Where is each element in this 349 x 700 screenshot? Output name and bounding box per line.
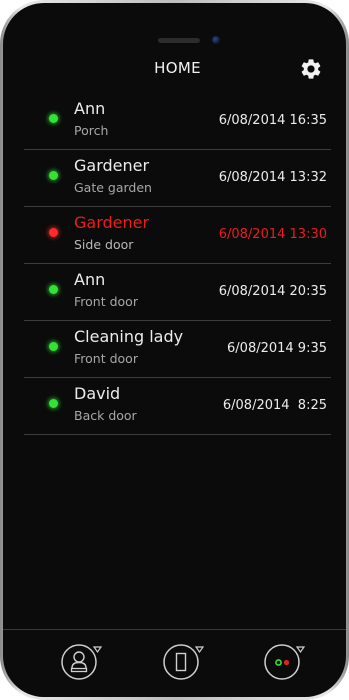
event-person: Gardener [74,156,150,175]
event-location: Porch [74,123,109,138]
event-person: Gardener [74,213,150,232]
event-location: Side door [74,237,134,252]
status-indicator-alert [49,228,58,237]
event-person: Ann [74,99,106,118]
event-row[interactable]: Cleaning lady Front door 6/08/2014 9:35 [24,321,331,378]
list-empty-space [24,433,331,629]
event-timestamp: 6/08/2014 13:32 [218,170,327,185]
event-person: David [74,384,121,403]
tab-users[interactable] [59,640,103,684]
event-row-alert[interactable]: Gardener Side door 6/08/2014 13:30 [24,207,331,264]
event-timestamp: 6/08/2014 9:35 [227,341,327,356]
tab-bar [3,629,346,697]
event-row[interactable]: Ann Porch 6/08/2014 16:35 [24,93,331,150]
door-icon [163,644,205,680]
event-timestamp: 6/08/2014 16:35 [218,113,327,128]
tab-status[interactable] [262,640,306,684]
status-indicator-ok [49,342,58,351]
event-timestamp: 6/08/2014 20:35 [218,284,327,299]
phone-screen: HOME Ann Porch 6/08/2014 16:35 Gardener … [3,3,346,697]
event-location: Front door [74,351,138,366]
status-indicator-ok [49,171,58,180]
event-timestamp: 6/08/2014 8:25 [222,398,327,413]
user-badge-icon [61,644,103,680]
event-person: Ann [74,270,106,289]
event-row[interactable]: Ann Front door 6/08/2014 20:35 [24,264,331,321]
event-person: Cleaning lady [74,327,184,346]
event-location: Gate garden [74,180,152,195]
app-header: HOME [24,45,331,91]
speaker-grille [158,38,200,43]
status-indicator-ok [49,285,58,294]
front-camera [212,36,220,44]
event-row[interactable]: Gardener Gate garden 6/08/2014 13:32 [24,150,331,207]
status-indicator-ok [49,399,58,408]
event-location: Front door [74,294,138,309]
event-location: Back door [74,408,137,423]
status-lights-icon [264,644,306,680]
event-timestamp: 6/08/2014 13:30 [218,227,327,242]
status-indicator-ok [49,114,58,123]
gear-icon [301,59,321,79]
page-title: HOME [154,59,201,77]
phone-frame: HOME Ann Porch 6/08/2014 16:35 Gardener … [0,0,349,700]
settings-button[interactable] [299,57,323,81]
event-list: Ann Porch 6/08/2014 16:35 Gardener Gate … [24,93,331,435]
event-row[interactable]: David Back door 6/08/2014 8:25 [24,378,331,435]
tab-doors[interactable] [161,640,205,684]
